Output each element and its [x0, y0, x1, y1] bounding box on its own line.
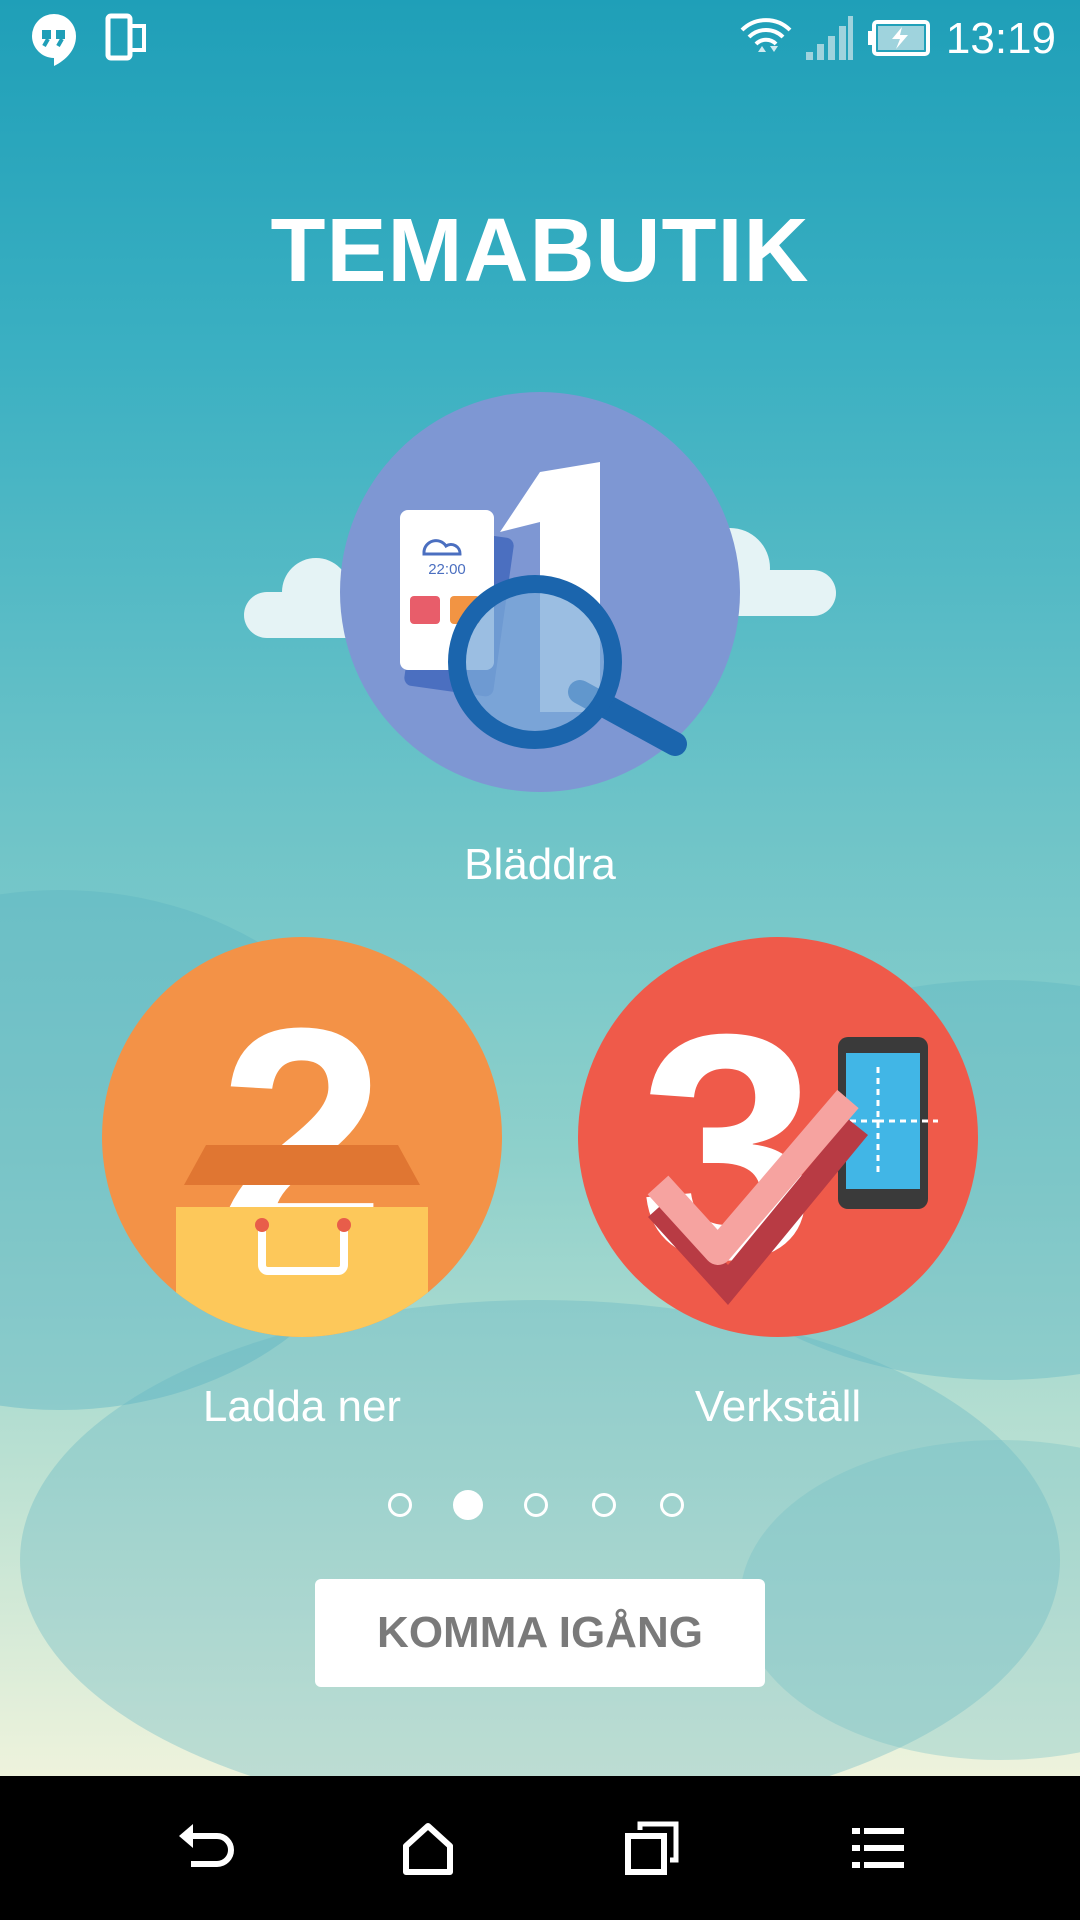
menu-icon: [852, 1828, 904, 1868]
get-started-button[interactable]: KOMMA IGÅNG: [315, 1579, 765, 1687]
page-dot-1[interactable]: [388, 1493, 412, 1517]
device-icon: [104, 12, 148, 67]
clock: 13:19: [945, 14, 1056, 63]
page-indicator: [388, 1490, 692, 1523]
intro-screen: 13:19 TEMABUTIK 22:00 Bläddra 2 Ladda ne…: [0, 0, 1080, 1776]
battery-charging-icon: [868, 18, 930, 63]
status-bar: 13:19: [0, 0, 1080, 78]
step-apply-label: Verkställ: [694, 1382, 862, 1431]
menu-button[interactable]: [833, 1806, 923, 1890]
step-download-label: Ladda ner: [202, 1382, 402, 1431]
page-title: TEMABUTIK: [270, 201, 810, 301]
recents-icon: [625, 1821, 679, 1875]
wifi-icon: [738, 12, 794, 69]
signal-icon: [804, 12, 854, 67]
clock-widget-text: 22:00: [428, 561, 466, 578]
home-icon: [403, 1823, 453, 1875]
page-dot-4[interactable]: [592, 1493, 616, 1517]
hangouts-icon: [28, 12, 80, 73]
navigation-bar: [0, 1776, 1080, 1920]
recents-button[interactable]: [607, 1806, 697, 1890]
step-download-illustration: 2: [102, 937, 502, 1337]
back-icon: [179, 1824, 234, 1867]
step-browse-illustration: 22:00: [244, 392, 836, 792]
step-browse-label: Bläddra: [464, 840, 616, 889]
back-button[interactable]: [160, 1806, 250, 1890]
page-dot-5[interactable]: [660, 1493, 684, 1517]
page-dot-2[interactable]: [453, 1490, 483, 1520]
step-apply-illustration: 3: [578, 937, 978, 1337]
home-button[interactable]: [383, 1806, 473, 1890]
page-dot-3[interactable]: [524, 1493, 548, 1517]
